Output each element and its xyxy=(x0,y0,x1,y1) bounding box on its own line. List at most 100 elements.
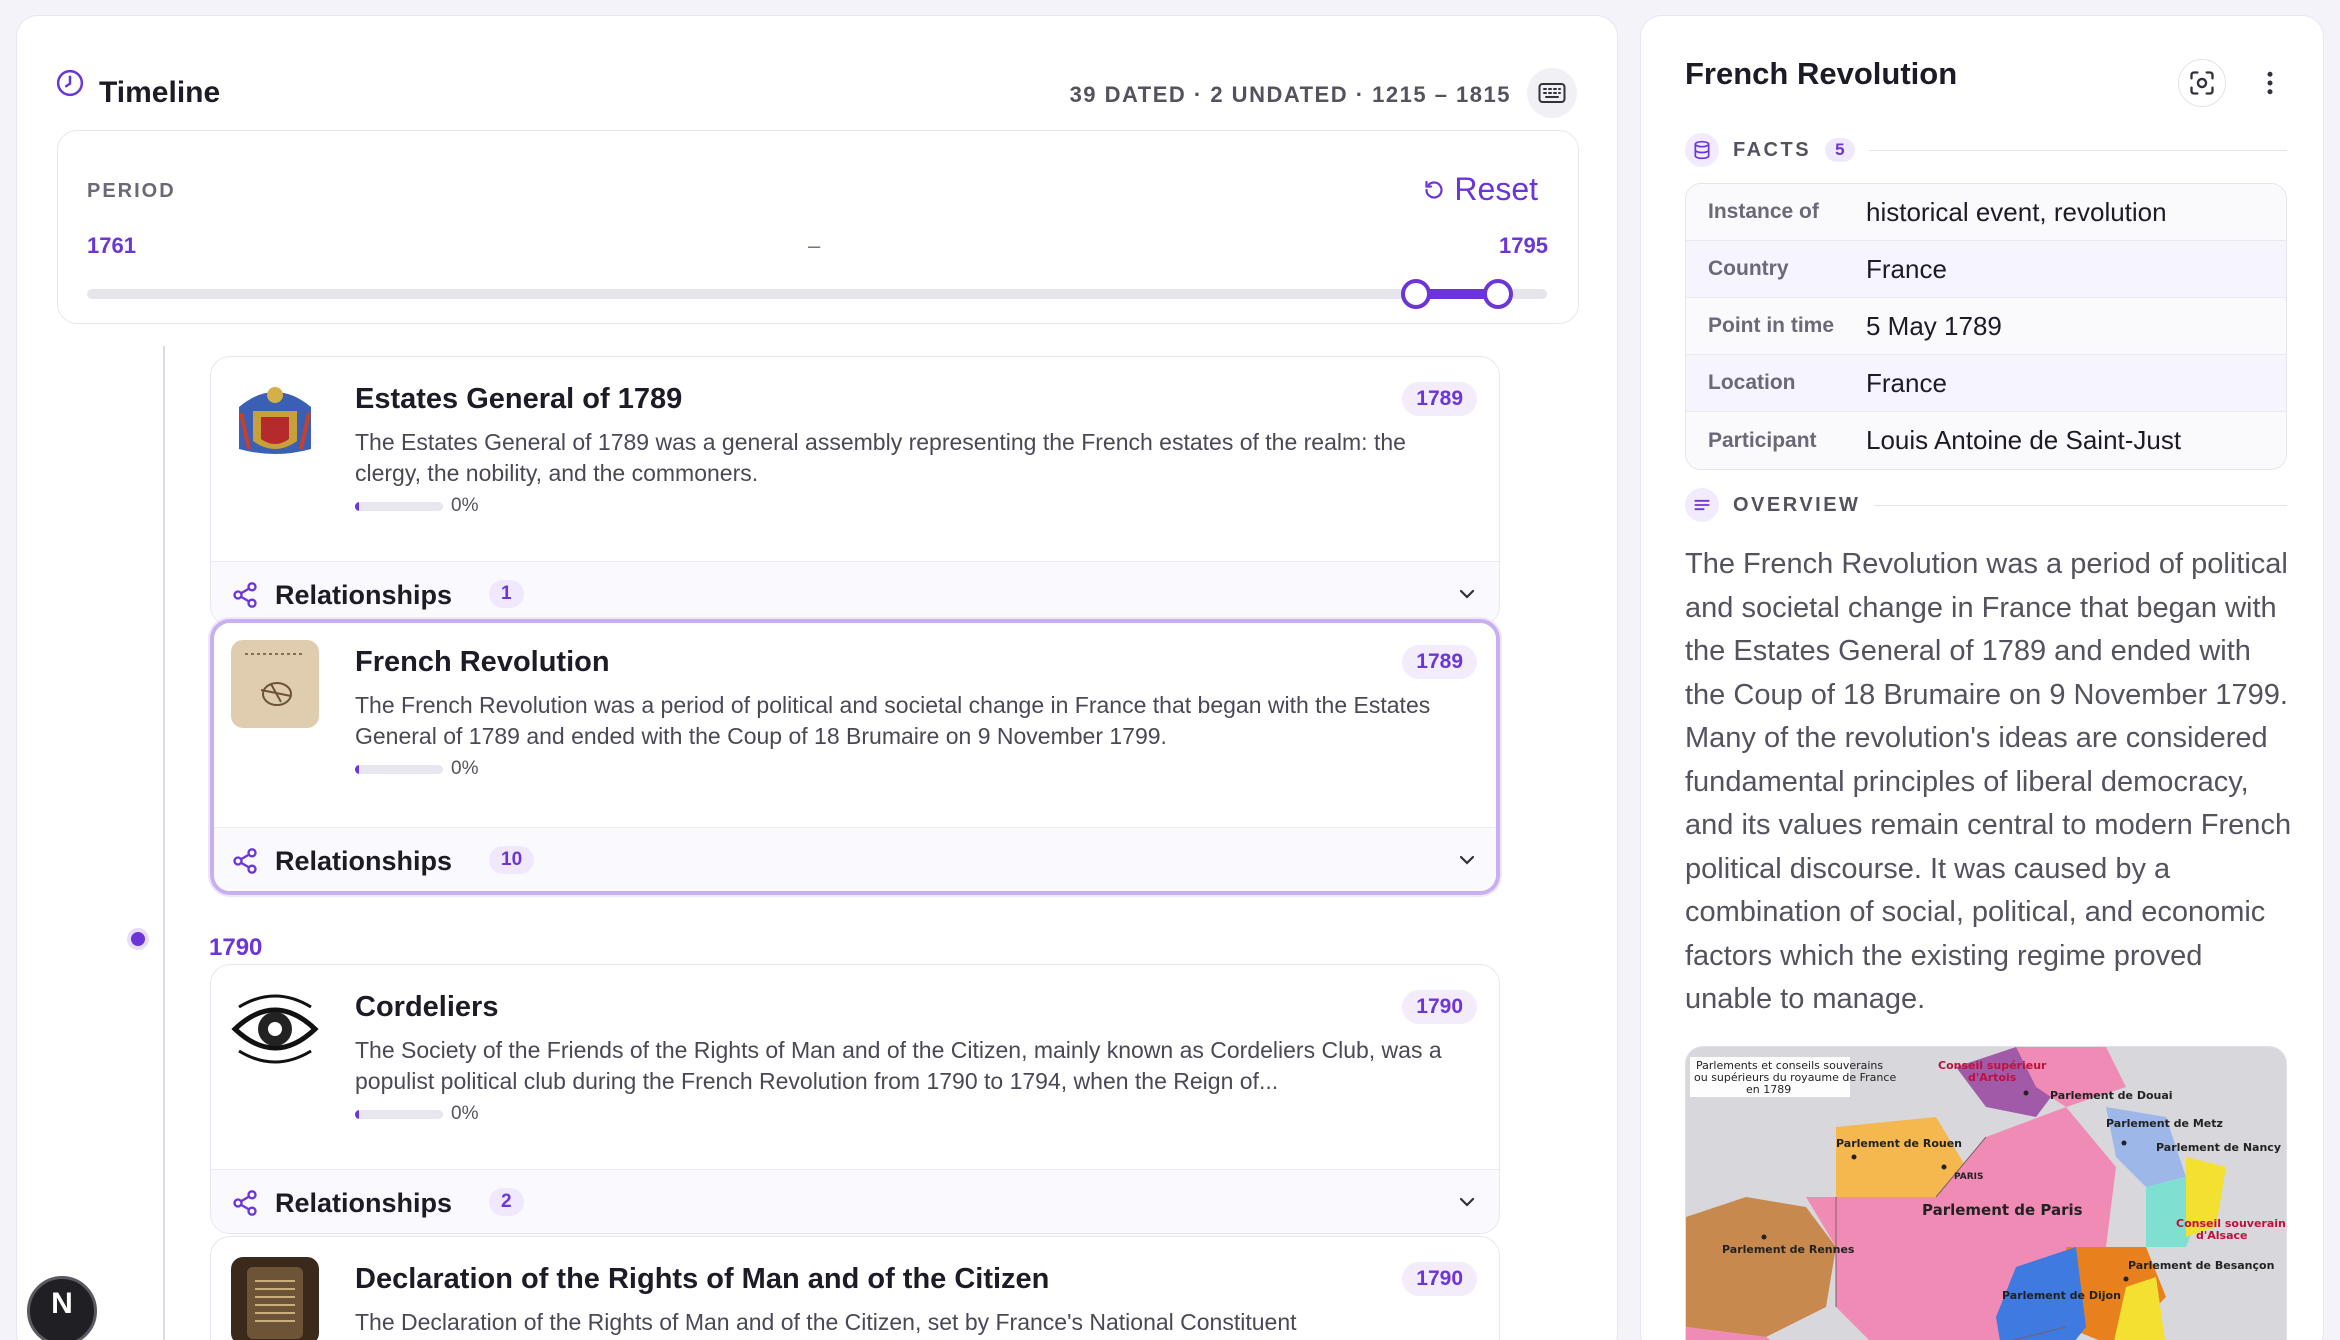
fact-key: Country xyxy=(1708,257,1789,280)
relationships-toggle[interactable]: Relationships 1 xyxy=(211,561,1499,625)
map-label: PARIS xyxy=(1954,1172,1984,1182)
map-label: Parlement de Paris xyxy=(1922,1201,2083,1219)
period-from-value: 1761 xyxy=(87,233,136,258)
event-title: Cordeliers xyxy=(355,991,499,1023)
parlements-map-image: Parlements et conseils souverains ou sup… xyxy=(1685,1046,2287,1340)
clock-icon xyxy=(56,69,84,97)
section-divider xyxy=(1868,149,2287,151)
event-year-badge: 1790 xyxy=(1402,1262,1477,1296)
engraving-image xyxy=(231,640,319,728)
fact-row: Location France xyxy=(1686,355,2286,412)
map-label: Parlement de Rouen xyxy=(1836,1137,1962,1150)
progress-fill xyxy=(355,1109,443,1119)
event-year-badge: 1789 xyxy=(1402,645,1477,679)
period-label: PERIOD xyxy=(87,180,176,202)
fact-value: historical event, revolution xyxy=(1866,196,2167,227)
timeline-header: Timeline 39 DATED · 2 UNDATED · 1215 – 1… xyxy=(17,16,1617,146)
period-to-value: 1795 xyxy=(1499,233,1548,258)
progress-fill xyxy=(355,501,443,511)
reset-label: Reset xyxy=(1454,171,1538,207)
map-label: d'Artois xyxy=(1968,1071,2017,1084)
event-description: The Declaration of the Rights of Man and… xyxy=(355,1309,1297,1335)
fact-key: Point in time xyxy=(1708,314,1834,337)
timeline-title: Timeline xyxy=(99,76,221,109)
share-nodes-icon xyxy=(233,582,257,608)
event-card[interactable]: Estates General of 1789 1789 The Estates… xyxy=(210,356,1500,626)
period-separator: – xyxy=(808,233,821,258)
relationships-label: Relationships xyxy=(275,1188,453,1218)
facts-count: 5 xyxy=(1825,138,1855,162)
event-year-badge: 1789 xyxy=(1402,382,1477,416)
progress-bar xyxy=(355,764,443,774)
timeline-year-label: 1790 xyxy=(209,934,263,961)
keyboard-icon xyxy=(1538,83,1566,103)
coat-of-arms-image xyxy=(231,377,319,465)
fact-row: Country France xyxy=(1686,241,2286,298)
fact-value: Louis Antoine de Saint-Just xyxy=(1866,425,2182,455)
event-title: Declaration of the Rights of Man and of … xyxy=(355,1263,1050,1295)
fact-row: Participant Louis Antoine de Saint-Just xyxy=(1686,412,2286,469)
fact-row: Point in time 5 May 1789 xyxy=(1686,298,2286,355)
fact-key: Location xyxy=(1708,371,1796,394)
progress-percent: 0% xyxy=(451,758,479,779)
chevron-down-icon xyxy=(1459,855,1475,865)
fact-key: Participant xyxy=(1708,428,1817,452)
document-image xyxy=(231,1257,319,1340)
keyboard-shortcuts-button[interactable] xyxy=(1527,68,1577,118)
detail-title: French Revolution xyxy=(1685,56,1958,91)
timeline-panel: Timeline 39 DATED · 2 UNDATED · 1215 – 1… xyxy=(16,15,1618,1340)
map-label: Parlement de Dijon xyxy=(2002,1289,2121,1302)
event-year-badge: 1790 xyxy=(1402,990,1477,1024)
relationships-count: 1 xyxy=(489,580,524,608)
event-description: The French Revolution was a period of po… xyxy=(355,692,1431,749)
event-card[interactable]: Declaration of the Rights of Man and of … xyxy=(210,1236,1500,1340)
app-badge-button[interactable]: N xyxy=(27,1276,97,1340)
overview-label: OVERVIEW xyxy=(1733,493,1861,516)
fact-key: Instance of xyxy=(1708,200,1819,223)
map-legend-line: ou supérieurs du royaume de France xyxy=(1694,1071,1896,1084)
detail-panel: French Revolution FACTS 5 Instance of hi… xyxy=(1640,15,2324,1340)
reset-icon xyxy=(1425,180,1443,199)
relationships-label: Relationships xyxy=(275,580,453,610)
relationships-toggle[interactable]: Relationships 10 xyxy=(214,827,1496,891)
period-from-handle[interactable] xyxy=(1400,279,1431,309)
fact-value: France xyxy=(1866,253,1947,284)
event-card-selected[interactable]: French Revolution 1789 The French Revolu… xyxy=(210,619,1500,895)
chevron-down-icon xyxy=(1459,589,1475,599)
period-range-slider[interactable] xyxy=(87,289,1547,299)
event-thumbnail xyxy=(231,640,319,728)
focus-icon xyxy=(2190,71,2214,95)
event-description: The Estates General of 1789 was a genera… xyxy=(355,429,1406,486)
fact-value: France xyxy=(1866,367,1947,398)
event-progress: 0% xyxy=(355,758,478,780)
reset-button[interactable]: Reset xyxy=(1422,171,1538,208)
focus-button[interactable] xyxy=(2178,59,2226,107)
text-lines-icon xyxy=(1685,488,1719,522)
share-nodes-icon xyxy=(233,1190,257,1216)
progress-percent: 0% xyxy=(451,495,479,516)
timeline-summary: 39 DATED · 2 UNDATED · 1215 – 1815 xyxy=(1069,82,1511,107)
chevron-down-icon xyxy=(1459,1197,1475,1207)
fact-value: 5 May 1789 xyxy=(1866,310,2002,341)
event-title: Estates General of 1789 xyxy=(355,383,683,415)
share-nodes-icon xyxy=(233,848,257,874)
map-label: Parlement de Besançon xyxy=(2128,1259,2274,1272)
event-title: French Revolution xyxy=(355,646,610,678)
relationships-count: 10 xyxy=(489,846,535,874)
progress-bar xyxy=(355,1109,443,1119)
map-label: Parlement de Nancy xyxy=(2156,1141,2281,1154)
map-label: Parlement de Douai xyxy=(2050,1089,2173,1102)
more-options-icon[interactable] xyxy=(2255,68,2285,98)
relationships-toggle[interactable]: Relationships 2 xyxy=(211,1169,1499,1233)
relationships-label: Relationships xyxy=(275,846,453,876)
period-to-handle[interactable] xyxy=(1483,279,1514,309)
overview-text: The French Revolution was a period of po… xyxy=(1685,548,2292,1015)
map-label: Parlement de Rennes xyxy=(1722,1243,1855,1256)
event-thumbnail xyxy=(231,985,319,1073)
facts-label: FACTS xyxy=(1733,138,1812,161)
overview-header: OVERVIEW xyxy=(1685,488,2287,522)
event-card[interactable]: Cordeliers 1790 The Society of the Frien… xyxy=(210,964,1500,1234)
map-legend-line: en 1789 xyxy=(1746,1083,1791,1096)
event-progress: 0% xyxy=(355,1103,478,1125)
progress-percent: 0% xyxy=(451,1103,479,1124)
